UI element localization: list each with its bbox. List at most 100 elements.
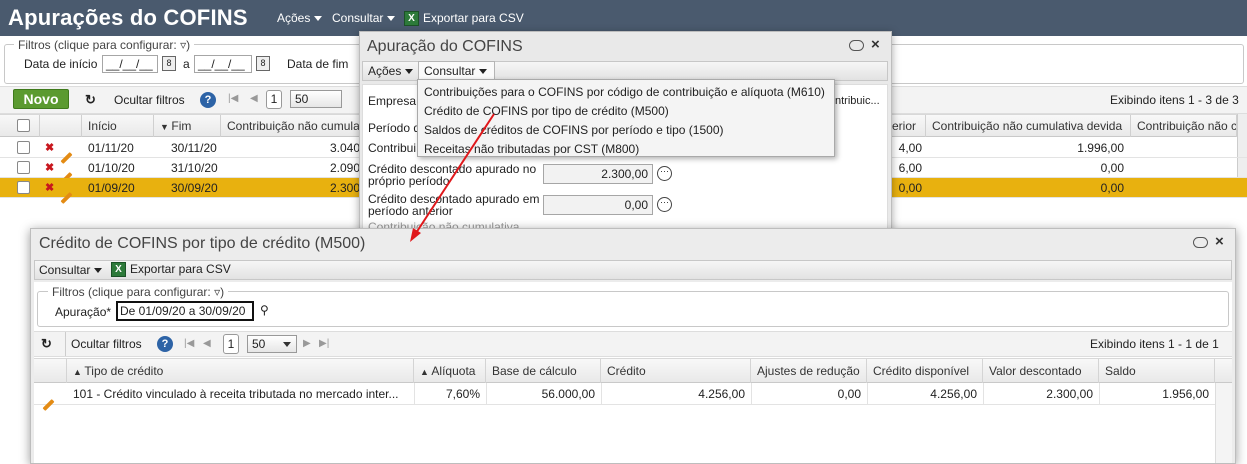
dlg-menu-acoes-label: Ações <box>368 64 402 78</box>
col-fim-label: Fim <box>171 119 192 133</box>
table-row[interactable]: 101 - Crédito vinculado à receita tribut… <box>34 383 1215 412</box>
col-fim[interactable]: ▼ Fim <box>154 115 221 137</box>
credito-export-csv-button[interactable]: X Exportar para CSV <box>111 262 231 278</box>
credito-menu-consultar[interactable]: Consultar <box>39 263 103 277</box>
credito-proprio-field[interactable]: 2.300,00 <box>543 164 653 184</box>
page-size-select[interactable]: 50 <box>247 335 297 353</box>
export-csv-button[interactable]: X Exportar para CSV <box>404 11 524 27</box>
menu-consultar-label: Consultar <box>332 11 384 25</box>
row-checkbox[interactable] <box>17 141 30 154</box>
prev-page-icon[interactable]: ◀ <box>250 93 258 104</box>
search-icon[interactable]: ⚲ <box>260 303 269 317</box>
row-checkbox[interactable] <box>17 181 30 194</box>
credito-ocultar-filtros-button[interactable]: Ocultar filtros <box>71 337 142 351</box>
filter-funnel-icon: ▿ <box>214 285 221 299</box>
col-anterior[interactable]: erior <box>892 115 926 137</box>
page-number-input[interactable]: 1 <box>223 334 239 354</box>
menu-item-m500[interactable]: Crédito de COFINS por tipo de crédito (M… <box>424 104 669 118</box>
col-base-calculo[interactable]: Base de cálculo <box>486 359 601 383</box>
close-icon[interactable]: × <box>871 36 880 53</box>
dlg-menu-consultar-label: Consultar <box>424 64 476 78</box>
last-page-icon[interactable]: ▶| <box>319 338 329 349</box>
comment-icon[interactable] <box>1193 237 1208 248</box>
chevron-down-icon <box>387 16 396 22</box>
col-tipo-label: Tipo de crédito <box>84 364 164 378</box>
credito-anterior-label: Crédito descontado apurado em período an… <box>368 192 540 218</box>
refresh-icon[interactable]: ↻ <box>41 336 52 352</box>
menu-acoes[interactable]: Ações <box>277 11 323 25</box>
page-size-select[interactable]: 50 <box>290 90 342 108</box>
col-credito[interactable]: Crédito <box>601 359 751 383</box>
col-tipo-credito[interactable]: ▲ Tipo de crédito <box>67 359 414 383</box>
row-ajustes: 0,00 <box>751 383 861 405</box>
delete-icon[interactable]: ✖ <box>45 138 54 158</box>
credito-grid-scrollbar[interactable] <box>1215 383 1232 463</box>
ocultar-filtros-button[interactable]: Ocultar filtros <box>114 93 185 107</box>
novo-button[interactable]: Novo <box>13 89 69 109</box>
menu-item-m610[interactable]: Contribuições para o COFINS por código d… <box>424 85 825 99</box>
menu-item-1500[interactable]: Saldos de créditos de COFINS por período… <box>424 123 724 137</box>
page-number-input[interactable]: 1 <box>266 90 282 109</box>
select-all-col <box>0 115 40 137</box>
row-checkbox[interactable] <box>17 161 30 174</box>
row-devida: 0,00 <box>1100 181 1124 195</box>
first-page-icon[interactable]: |◀ <box>184 338 194 349</box>
actions-col <box>40 115 82 137</box>
chevron-down-icon <box>94 268 103 274</box>
close-icon[interactable]: × <box>1215 233 1224 250</box>
col-inicio[interactable]: Início <box>82 115 154 137</box>
row-contrib: 2.300 <box>329 181 360 195</box>
comment-icon[interactable] <box>849 40 864 51</box>
col-valor-descontado[interactable]: Valor descontado <box>983 359 1099 383</box>
sort-asc-icon: ▲ <box>73 367 85 377</box>
calendar-icon[interactable]: 8 <box>162 56 176 71</box>
row-inicio: 01/10/20 <box>88 161 135 175</box>
more-options-icon[interactable]: ··· <box>657 166 672 181</box>
menu-item-m800[interactable]: Receitas não tributadas por CST (M800) <box>424 142 639 156</box>
data-inicio-ate-input[interactable]: __/__/__ <box>194 55 252 73</box>
filters-title[interactable]: Filtros (clique para configurar: ▿) <box>14 38 195 52</box>
toolbar-divider <box>65 332 66 356</box>
col-aliquota[interactable]: ▲ Alíquota <box>414 359 486 383</box>
menu-consultar[interactable]: Consultar <box>332 11 396 25</box>
credito-export-csv-label: Exportar para CSV <box>130 262 231 276</box>
col-contrib-nc-devida[interactable]: Contribuição não cumulativa devida <box>926 115 1131 137</box>
delete-icon[interactable]: ✖ <box>45 158 54 178</box>
col-contrib-nao[interactable]: Contribuição não c <box>1131 115 1237 137</box>
prev-page-icon[interactable]: ◀ <box>203 338 211 349</box>
help-icon[interactable]: ? <box>157 336 173 352</box>
apuracao-input[interactable]: De 01/09/20 a 30/09/20 <box>116 301 254 321</box>
col-contrib-nc[interactable]: Contribuição não cumulativa <box>221 115 361 137</box>
credito-anterior-field[interactable]: 0,00 <box>543 195 653 215</box>
credito-exibindo-count: Exibindo itens 1 - 1 de 1 <box>1090 337 1219 351</box>
row-anterior: 6,00 <box>898 161 922 175</box>
filter-funnel-icon: ▿ <box>180 38 187 52</box>
row-contrib: 2.090 <box>329 161 360 175</box>
refresh-icon[interactable]: ↻ <box>85 92 96 108</box>
calendar-icon[interactable]: 8 <box>256 56 270 71</box>
edit-pencil-icon[interactable] <box>60 186 73 206</box>
apuracao-dialog-title: Apuração do COFINS <box>367 38 523 55</box>
select-all-checkbox[interactable] <box>17 119 30 132</box>
credito-dialog-title: Crédito de COFINS por tipo de crédito (M… <box>39 235 366 252</box>
dlg-menu-consultar[interactable]: Consultar <box>424 64 488 78</box>
data-inicio-input[interactable]: __/__/__ <box>102 55 158 73</box>
edit-pencil-icon[interactable] <box>42 392 55 414</box>
col-saldo[interactable]: Saldo <box>1099 359 1215 383</box>
next-page-icon[interactable]: ▶ <box>303 338 311 349</box>
apuracao-label: Apuração* <box>55 305 112 319</box>
delete-icon[interactable]: ✖ <box>45 178 54 198</box>
help-icon[interactable]: ? <box>200 92 216 108</box>
a-label: a <box>183 57 190 71</box>
credito-menu-consultar-label: Consultar <box>39 263 91 277</box>
row-base-calculo: 56.000,00 <box>486 383 595 405</box>
contribuicao-label-right: ntribuic... <box>835 95 880 107</box>
credito-filters-title[interactable]: Filtros (clique para configurar: ▿) <box>48 285 229 299</box>
page-title: Apurações do COFINS <box>8 5 248 30</box>
row-credito-disponivel: 4.256,00 <box>867 383 977 405</box>
more-options-icon[interactable]: ··· <box>657 197 672 212</box>
col-credito-disponivel[interactable]: Crédito disponível <box>867 359 983 383</box>
first-page-icon[interactable]: |◀ <box>228 93 238 104</box>
col-ajustes-reducao[interactable]: Ajustes de redução <box>751 359 867 383</box>
dlg-menu-acoes[interactable]: Ações <box>368 64 414 78</box>
